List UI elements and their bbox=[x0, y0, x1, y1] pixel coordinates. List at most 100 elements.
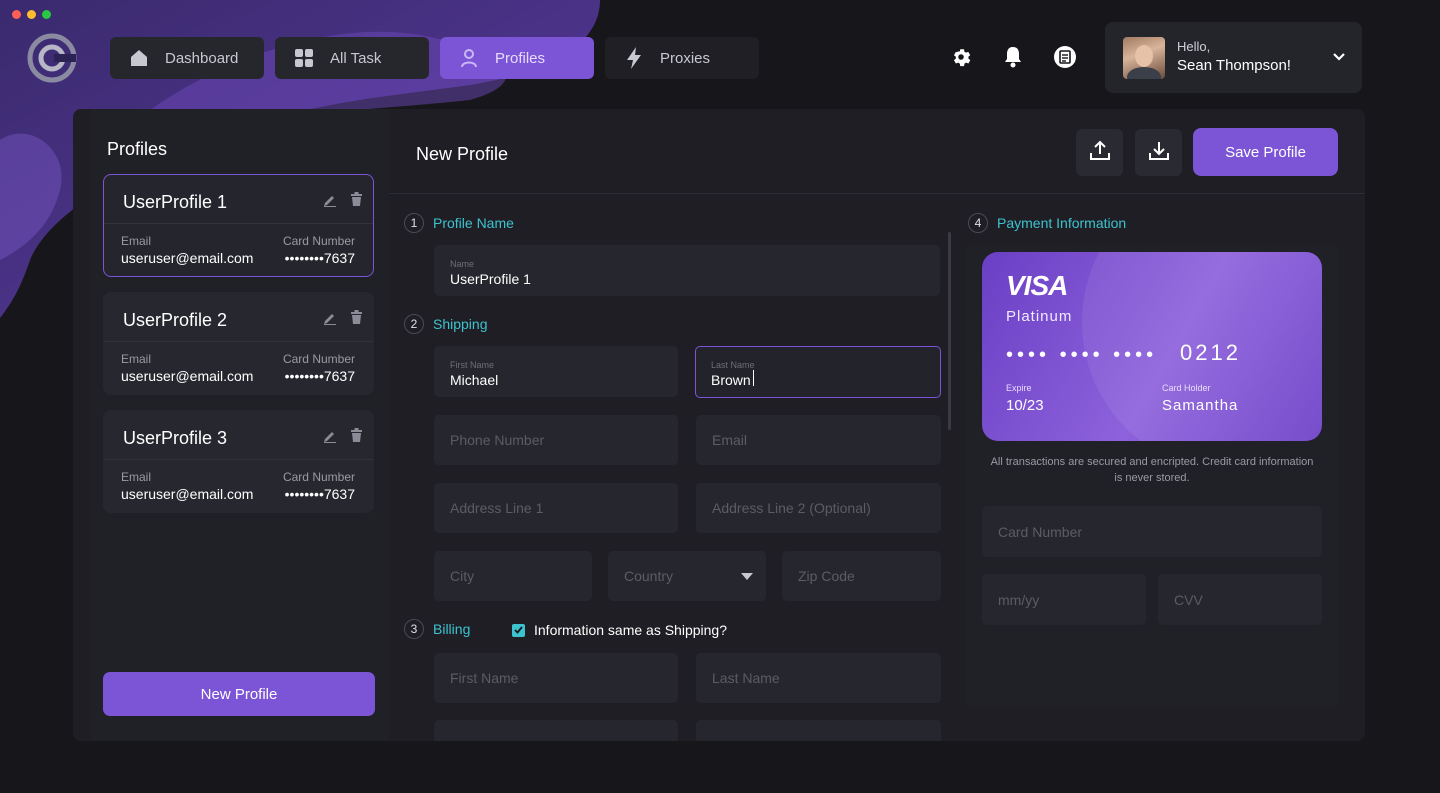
same-as-shipping-checkbox[interactable]: Information same as Shipping? bbox=[512, 622, 727, 638]
email-label: Email bbox=[121, 352, 152, 366]
nav-dashboard-label: Dashboard bbox=[165, 49, 239, 67]
text-caret bbox=[753, 370, 754, 386]
divider bbox=[104, 223, 373, 224]
field-placeholder: CVV bbox=[1174, 591, 1203, 608]
new-profile-button[interactable]: New Profile bbox=[103, 672, 375, 716]
main-nav: Dashboard All Task Profiles Proxies bbox=[110, 37, 759, 79]
window-controls bbox=[12, 10, 51, 19]
download-button[interactable] bbox=[1135, 129, 1182, 176]
trash-icon[interactable] bbox=[350, 428, 363, 447]
section-title: Billing bbox=[433, 621, 471, 637]
user-name: Sean Thompson! bbox=[1177, 57, 1291, 75]
minimize-dot[interactable] bbox=[27, 10, 36, 19]
checkbox-label: Information same as Shipping? bbox=[534, 622, 727, 638]
save-profile-button[interactable]: Save Profile bbox=[1193, 128, 1338, 176]
field-placeholder: City bbox=[450, 568, 475, 584]
greeting-text: Hello, bbox=[1177, 39, 1211, 55]
nav-proxies[interactable]: Proxies bbox=[605, 37, 759, 79]
cvv-field[interactable]: CVV bbox=[1158, 574, 1322, 625]
address-line-1-field[interactable]: Address Line 1 bbox=[434, 483, 678, 533]
card-number-value: ••••••••7637 bbox=[284, 368, 355, 384]
user-greeting: Hello, Sean Thompson! bbox=[1177, 39, 1291, 75]
field-placeholder: First Name bbox=[450, 670, 519, 686]
city-field[interactable]: City bbox=[434, 551, 592, 601]
billing-field-partial[interactable] bbox=[696, 720, 941, 741]
email-label: Email bbox=[121, 470, 152, 484]
pencil-icon[interactable] bbox=[323, 193, 337, 212]
field-placeholder: Phone Number bbox=[450, 432, 545, 448]
bell-icon[interactable] bbox=[1000, 44, 1026, 70]
field-placeholder: Address Line 2 (Optional) bbox=[712, 500, 871, 516]
section-number: 2 bbox=[404, 314, 424, 334]
trash-icon[interactable] bbox=[350, 310, 363, 329]
field-placeholder: Email bbox=[712, 432, 748, 448]
field-value: Michael bbox=[450, 372, 499, 388]
nav-profiles[interactable]: Profiles bbox=[440, 37, 594, 79]
zip-code-field[interactable]: Zip Code bbox=[782, 551, 941, 601]
trash-icon[interactable] bbox=[350, 192, 363, 211]
section-payment: 4 Payment Information bbox=[968, 213, 1126, 233]
card-number-value: ••••••••7637 bbox=[284, 250, 355, 266]
profile-card[interactable]: UserProfile 2 Email useruser@email.com C… bbox=[103, 292, 374, 395]
sidebar-title: Profiles bbox=[107, 139, 168, 159]
profile-card[interactable]: UserProfile 3 Email useruser@email.com C… bbox=[103, 410, 374, 513]
email-field[interactable]: Email bbox=[696, 415, 941, 465]
gear-icon[interactable] bbox=[948, 44, 974, 70]
section-number: 1 bbox=[404, 213, 424, 233]
header-divider bbox=[389, 193, 1365, 194]
home-icon bbox=[127, 46, 151, 70]
address-line-2-field[interactable]: Address Line 2 (Optional) bbox=[696, 483, 941, 533]
email-label: Email bbox=[121, 234, 152, 248]
upload-button[interactable] bbox=[1076, 129, 1123, 176]
lightning-icon bbox=[622, 46, 646, 70]
phone-field[interactable]: Phone Number bbox=[434, 415, 678, 465]
email-value: useruser@email.com bbox=[121, 250, 254, 266]
field-placeholder: Country bbox=[624, 568, 674, 584]
section-title: Payment Information bbox=[997, 215, 1127, 231]
last-name-field[interactable]: Last Name Brown bbox=[695, 346, 941, 398]
document-icon[interactable] bbox=[1052, 44, 1078, 70]
field-value: UserProfile 1 bbox=[450, 271, 531, 287]
nav-dashboard[interactable]: Dashboard bbox=[110, 37, 264, 79]
page-title: New Profile bbox=[416, 144, 509, 164]
app-logo bbox=[27, 33, 77, 83]
card-holder-value: Samantha bbox=[1162, 397, 1239, 414]
user-icon bbox=[457, 46, 481, 70]
billing-field-partial[interactable] bbox=[434, 720, 678, 741]
billing-last-name-field[interactable]: Last Name bbox=[696, 653, 941, 703]
divider bbox=[104, 341, 373, 342]
section-number: 4 bbox=[968, 213, 988, 233]
maximize-dot[interactable] bbox=[42, 10, 51, 19]
card-number-field[interactable]: Card Number bbox=[982, 506, 1322, 557]
profile-name: UserProfile 3 bbox=[123, 428, 228, 448]
name-field[interactable]: Name UserProfile 1 bbox=[434, 245, 940, 296]
checkbox-check-icon bbox=[512, 623, 525, 637]
form-scrollbar[interactable] bbox=[948, 232, 951, 430]
grid-icon bbox=[292, 46, 316, 70]
section-title: Profile Name bbox=[433, 215, 514, 231]
nav-all-task-label: All Task bbox=[330, 49, 382, 67]
nav-proxies-label: Proxies bbox=[660, 49, 711, 67]
field-placeholder: Address Line 1 bbox=[450, 500, 544, 516]
card-brand: VISA bbox=[1006, 270, 1068, 301]
field-placeholder: Last Name bbox=[712, 670, 780, 686]
section-profile-name: 1 Profile Name bbox=[404, 213, 514, 233]
field-label: First Name bbox=[450, 360, 495, 370]
dropdown-arrow-icon bbox=[741, 567, 753, 585]
close-dot[interactable] bbox=[12, 10, 21, 19]
avatar bbox=[1123, 36, 1165, 79]
profile-card[interactable]: UserProfile 1 Email useruser@email.com C… bbox=[103, 174, 374, 277]
expiry-field[interactable]: mm/yy bbox=[982, 574, 1146, 625]
first-name-field[interactable]: First Name Michael bbox=[434, 346, 678, 397]
country-select[interactable]: Country bbox=[608, 551, 766, 601]
field-label: Last Name bbox=[711, 360, 755, 370]
billing-first-name-field[interactable]: First Name bbox=[434, 653, 678, 703]
credit-card-preview: VISA Platinum •••• •••• •••• 0212 Expire… bbox=[982, 252, 1322, 441]
chevron-down-icon[interactable] bbox=[1332, 49, 1346, 67]
email-value: useruser@email.com bbox=[121, 486, 254, 502]
pencil-icon[interactable] bbox=[323, 429, 337, 448]
user-menu[interactable]: Hello, Sean Thompson! bbox=[1105, 22, 1362, 93]
nav-all-task[interactable]: All Task bbox=[275, 37, 429, 79]
pencil-icon[interactable] bbox=[323, 311, 337, 330]
card-number-label: Card Number bbox=[282, 470, 355, 484]
